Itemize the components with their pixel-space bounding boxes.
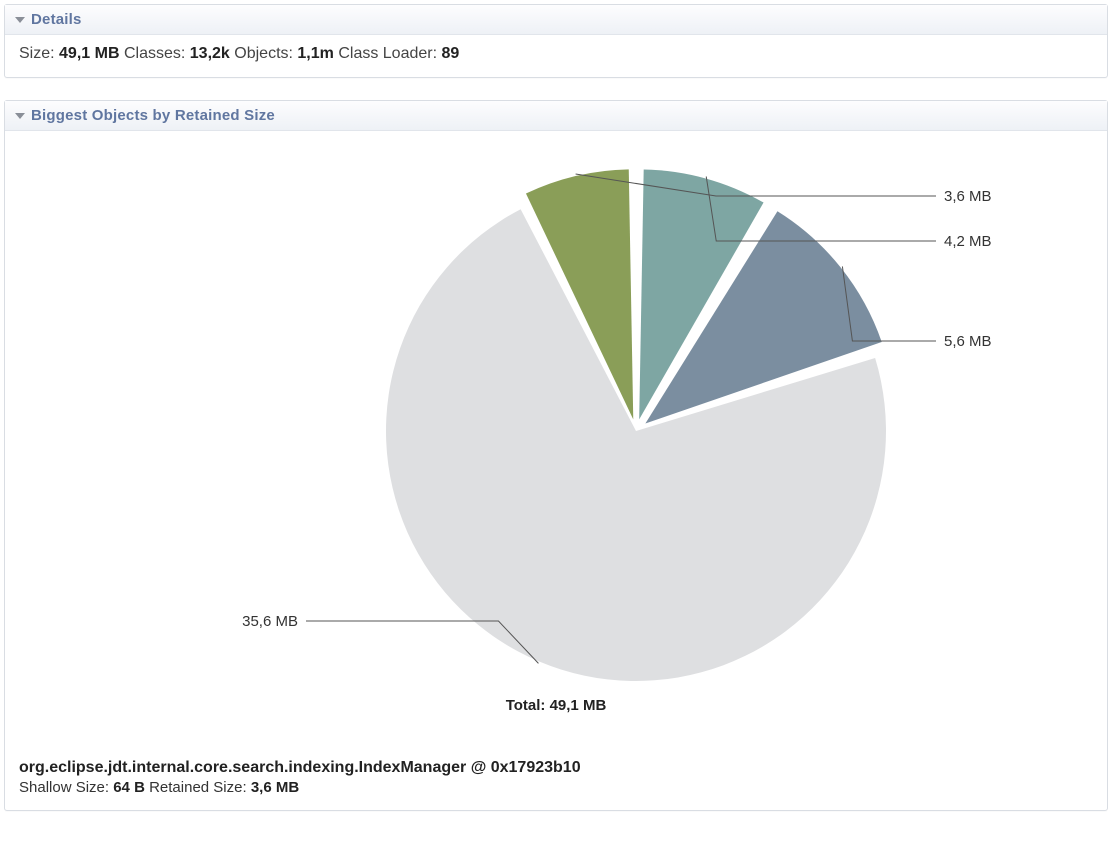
classloader-label: Class Loader: <box>338 45 437 62</box>
details-header[interactable]: Details <box>5 5 1107 35</box>
biggest-objects-header[interactable]: Biggest Objects by Retained Size <box>5 101 1107 131</box>
classloader-value: 89 <box>442 45 460 62</box>
selected-object-name: org.eclipse.jdt.internal.core.search.ind… <box>5 751 1107 777</box>
retained-size-label: Retained Size: <box>149 779 247 796</box>
chevron-down-icon <box>15 113 25 119</box>
classes-label: Classes: <box>124 45 185 62</box>
pie-chart[interactable]: 3,6 MB 4,2 MB 5,6 MB 35,6 MB Total: 49,1 MB <box>5 131 1107 751</box>
objects-value: 1,1m <box>297 45 333 62</box>
size-value: 49,1 MB <box>59 45 119 62</box>
pie-chart-canvas: 3,6 MB 4,2 MB 5,6 MB 35,6 MB Total: 49,1 MB <box>5 131 1107 714</box>
details-title: Details <box>31 11 82 28</box>
shallow-size-value: 64 B <box>113 779 145 796</box>
pie-label-segment-4-2mb: 4,2 MB <box>944 233 992 250</box>
pie-leader-segment-3-6mb: 3,6 MB <box>576 174 992 205</box>
chevron-down-icon <box>15 17 25 23</box>
retained-size-value: 3,6 MB <box>251 779 299 796</box>
shallow-size-label: Shallow Size: <box>19 779 109 796</box>
details-section: Details Size: 49,1 MB Classes: 13,2k Obj… <box>4 4 1108 78</box>
pie-label-segment-5-6mb: 5,6 MB <box>944 333 992 350</box>
pie-leader-segment-remainder: 35,6 MB <box>242 613 538 663</box>
objects-label: Objects: <box>234 45 293 62</box>
pie-total-label: Total: 49,1 MB <box>5 697 1107 714</box>
pie-label-segment-3-6mb: 3,6 MB <box>944 188 992 205</box>
biggest-objects-title: Biggest Objects by Retained Size <box>31 107 275 124</box>
details-body: Size: 49,1 MB Classes: 13,2k Objects: 1,… <box>5 35 1107 77</box>
size-label: Size: <box>19 45 55 62</box>
selected-object-sizes: Shallow Size: 64 B Retained Size: 3,6 MB <box>5 777 1107 810</box>
classes-value: 13,2k <box>190 45 230 62</box>
biggest-objects-section: Biggest Objects by Retained Size 3,6 MB 4… <box>4 100 1108 811</box>
pie-label-segment-remainder: 35,6 MB <box>242 613 298 630</box>
